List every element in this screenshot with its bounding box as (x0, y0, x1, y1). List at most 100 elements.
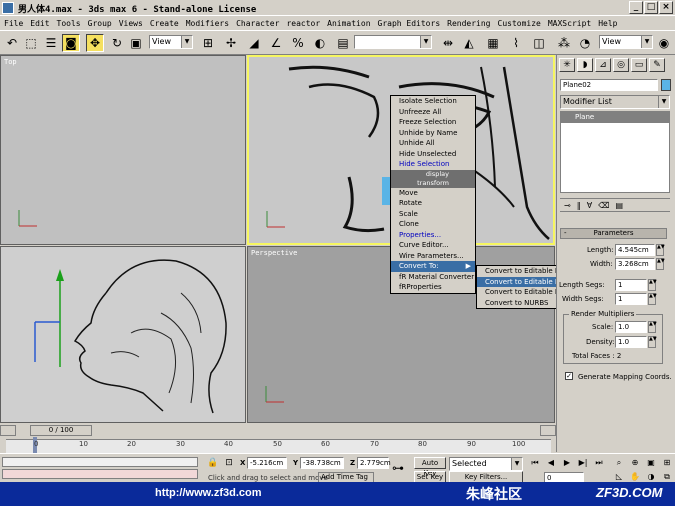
menu-tools[interactable]: Tools (57, 19, 81, 28)
modify-tab-icon[interactable]: ◗ (577, 58, 593, 72)
align-icon[interactable]: ◭ (460, 34, 478, 52)
pivot-center-icon[interactable]: ⊞ (199, 34, 217, 52)
prev-frame-icon[interactable]: ◀ (544, 456, 558, 469)
menu-item-move[interactable]: Move (391, 188, 475, 199)
zoom-icon[interactable]: ⌕ (612, 456, 626, 469)
width-segs-field[interactable]: 1 (615, 293, 647, 305)
snap-toggle-icon[interactable]: ◢ (245, 34, 263, 52)
key-set-dropdown[interactable]: Selected ▼ (449, 457, 523, 471)
menu-graph-editors[interactable]: Graph Editors (378, 19, 441, 28)
select-object-icon[interactable]: ⬚ (22, 34, 40, 52)
width-segs-spinner[interactable]: ▲▼ (648, 293, 657, 305)
menu-item-unhide-by-name[interactable]: Unhide by Name (391, 128, 475, 139)
modifier-list-dropdown[interactable]: Modifier List ▼ (560, 95, 670, 109)
menu-item-isolate-selection[interactable]: Isolate Selection (391, 96, 475, 107)
width-field[interactable]: 3.268cm (615, 258, 655, 270)
menu-item-rotate[interactable]: Rotate (391, 198, 475, 209)
auto-key-button[interactable]: Auto Key (414, 457, 446, 477)
menu-group[interactable]: Group (88, 19, 112, 28)
viewport-top[interactable]: Top (0, 55, 246, 245)
configure-sets-icon[interactable]: ▤ (616, 201, 624, 210)
undo-icon[interactable]: ↶ (3, 34, 21, 52)
make-unique-icon[interactable]: ∀ (587, 201, 592, 210)
menu-item-fr-material-converter[interactable]: fR Material Converter (391, 272, 475, 283)
menu-character[interactable]: Character (236, 19, 279, 28)
minimize-button[interactable]: _ (629, 1, 643, 14)
render-type-dropdown[interactable]: View ▼ (599, 35, 653, 49)
length-segs-field[interactable]: 1 (615, 279, 647, 291)
layer-manager-icon[interactable]: ▦ (484, 34, 502, 52)
parameters-rollout-header[interactable]: - Parameters (560, 228, 667, 239)
menu-views[interactable]: Views (119, 19, 143, 28)
viewport-label[interactable]: Top (4, 58, 17, 66)
select-rotate-icon[interactable]: ↻ (108, 34, 126, 52)
density-spinner[interactable]: ▲▼ (648, 336, 657, 348)
goto-end-icon[interactable]: ⏭ (592, 456, 606, 469)
quick-render-icon[interactable]: ◉ (655, 34, 673, 52)
menu-file[interactable]: File (4, 19, 23, 28)
key-mode-icon[interactable]: ⊶ (392, 461, 404, 475)
play-icon[interactable]: ▶ (560, 456, 574, 469)
edit-named-selections-icon[interactable]: ▤ (334, 34, 352, 52)
display-tab-icon[interactable]: ▭ (631, 58, 647, 72)
time-slider-right-icon[interactable] (540, 425, 556, 436)
generate-mapping-checkbox[interactable]: ✓ (565, 372, 573, 380)
menu-item-scale[interactable]: Scale (391, 209, 475, 220)
create-tab-icon[interactable]: ✳ (559, 58, 575, 72)
hierarchy-tab-icon[interactable]: ⊿ (595, 58, 611, 72)
menu-item-unhide-all[interactable]: Unhide All (391, 138, 475, 149)
menu-item-curve-editor[interactable]: Curve Editor... (391, 240, 475, 251)
named-selection-dropdown[interactable]: ▼ (354, 35, 432, 49)
time-slider-left-icon[interactable] (0, 425, 16, 436)
time-slider[interactable]: 0 / 100 (30, 425, 92, 436)
next-frame-icon[interactable]: ▶| (576, 456, 590, 469)
density-field[interactable]: 1.0 (615, 336, 647, 348)
remove-modifier-icon[interactable]: ⌫ (598, 201, 609, 210)
menu-item-clone[interactable]: Clone (391, 219, 475, 230)
angle-snap-icon[interactable]: ∠ (267, 34, 285, 52)
maxscript-listener-mini[interactable] (2, 457, 198, 467)
menu-modifiers[interactable]: Modifiers (186, 19, 229, 28)
zoom-extents-all-icon[interactable]: ⊞ (660, 456, 674, 469)
select-by-name-icon[interactable]: ☰ (42, 34, 60, 52)
goto-start-icon[interactable]: ⏮ (528, 456, 542, 469)
absolute-mode-icon[interactable]: ⊡ (222, 456, 236, 470)
menu-reactor[interactable]: reactor (286, 19, 320, 28)
schematic-view-icon[interactable]: ◫ (530, 34, 548, 52)
menu-item-properties[interactable]: Properties... (391, 230, 475, 241)
menu-item-hide-unselected[interactable]: Hide Unselected (391, 149, 475, 160)
viewport-left[interactable] (0, 246, 246, 423)
menu-item-fr-properties[interactable]: fRProperties (391, 282, 475, 293)
material-editor-icon[interactable]: ⁂ (555, 34, 573, 52)
select-move-icon[interactable]: ✥ (86, 34, 104, 52)
curve-editor-icon[interactable]: ⌇ (507, 34, 525, 52)
menu-item-hide-selection[interactable]: Hide Selection (391, 159, 475, 170)
viewport-label[interactable]: Perspective (251, 249, 297, 257)
menu-maxscript[interactable]: MAXScript (548, 19, 591, 28)
width-spinner[interactable]: ▲▼ (656, 258, 665, 270)
render-scene-icon[interactable]: ◔ (576, 34, 594, 52)
scale-spinner[interactable]: ▲▼ (648, 321, 657, 333)
menu-customize[interactable]: Customize (498, 19, 541, 28)
length-field[interactable]: 4.545cm (615, 244, 655, 256)
percent-snap-icon[interactable]: % (289, 34, 307, 52)
scale-field[interactable]: 1.0 (615, 321, 647, 333)
show-end-result-icon[interactable]: ‖ (577, 201, 581, 210)
length-spinner[interactable]: ▲▼ (656, 244, 665, 256)
menu-item-wire-parameters[interactable]: Wire Parameters... (391, 251, 475, 262)
utilities-tab-icon[interactable]: ✎ (649, 58, 665, 72)
zoom-extents-icon[interactable]: ▣ (644, 456, 658, 469)
motion-tab-icon[interactable]: ◎ (613, 58, 629, 72)
menu-item-convert-to[interactable]: Convert To: ▶ (391, 261, 475, 272)
y-coord-field[interactable]: -38.738cm (300, 457, 344, 469)
menu-create[interactable]: Create (150, 19, 179, 28)
select-manipulate-icon[interactable]: ✢ (222, 34, 240, 52)
close-button[interactable]: × (659, 1, 673, 14)
menu-help[interactable]: Help (598, 19, 617, 28)
menu-edit[interactable]: Edit (30, 19, 49, 28)
select-region-icon[interactable]: ◙ (62, 34, 80, 52)
zoom-all-icon[interactable]: ⊕ (628, 456, 642, 469)
lock-selection-icon[interactable]: 🔒 (206, 456, 220, 470)
z-coord-field[interactable]: 2.779cm (357, 457, 391, 469)
select-scale-icon[interactable]: ▣ (127, 34, 145, 52)
